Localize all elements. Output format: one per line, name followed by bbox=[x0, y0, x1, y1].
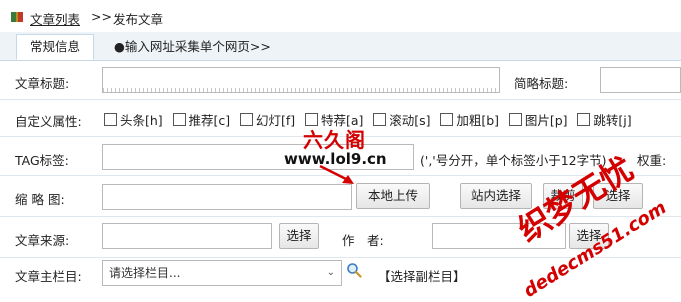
arrow-icon bbox=[319, 164, 354, 184]
tab-general[interactable]: 常规信息 bbox=[16, 34, 94, 60]
title-label: 文章标题: bbox=[15, 76, 70, 91]
attr-checkbox-recommend[interactable]: 推荐[c] bbox=[172, 113, 230, 128]
search-icon[interactable] bbox=[346, 262, 362, 278]
short-title-input[interactable] bbox=[600, 67, 681, 93]
author-label: 作 者: bbox=[342, 233, 384, 248]
breadcrumb-current: 发布文章 bbox=[113, 12, 164, 27]
breadcrumb-separator: >> bbox=[91, 9, 112, 24]
attr-checkbox-image[interactable]: 图片[p] bbox=[508, 113, 568, 128]
category-select-value: 请选择栏目... bbox=[109, 266, 181, 280]
attr-checkbox-scroll[interactable]: 滚动[s] bbox=[373, 113, 431, 128]
source-label: 文章来源: bbox=[15, 233, 70, 248]
watermark-logo: 六久阁 bbox=[303, 128, 366, 152]
attr-checkbox-jump[interactable]: 跳转[j] bbox=[577, 113, 632, 128]
source-input[interactable] bbox=[102, 223, 272, 249]
breadcrumb-article-list-link[interactable]: 文章列表 bbox=[30, 9, 80, 28]
attr-checkbox-bold[interactable]: 加粗[b] bbox=[440, 113, 499, 128]
category-select[interactable]: 请选择栏目... ⌄ bbox=[102, 260, 342, 286]
tag-hint: (','号分开，单个标签小于12字节) bbox=[420, 153, 607, 168]
local-upload-button[interactable]: 本地上传 bbox=[356, 183, 430, 209]
tag-label: TAG标签: bbox=[15, 153, 69, 168]
tab-collect-url[interactable]: ●输入网址采集单个网页>> bbox=[114, 34, 271, 60]
category-label: 文章主栏目: bbox=[15, 269, 82, 284]
tab-strip bbox=[0, 32, 681, 61]
attr-checkbox-slideshow[interactable]: 幻灯[f] bbox=[239, 113, 295, 128]
thumbnail-input[interactable] bbox=[102, 184, 352, 210]
select-sub-category-link[interactable]: 【选择副栏目】 bbox=[378, 266, 466, 285]
short-title-label: 简略标题: bbox=[514, 76, 569, 91]
book-icon bbox=[11, 12, 23, 22]
chevron-down-icon: ⌄ bbox=[326, 267, 335, 278]
weight-label: 权重: bbox=[637, 153, 667, 168]
attributes-label: 自定义属性: bbox=[15, 114, 82, 129]
title-input[interactable] bbox=[102, 67, 500, 93]
thumbnail-label: 缩 略 图: bbox=[15, 192, 65, 207]
source-select-button[interactable]: 选择 bbox=[279, 223, 319, 249]
attribute-checkboxes: 头条[h] 推荐[c] 幻灯[f] 特荐[a] 滚动[s] 加粗[b] 图片[p… bbox=[104, 110, 638, 129]
attr-checkbox-headline[interactable]: 头条[h] bbox=[104, 113, 163, 128]
